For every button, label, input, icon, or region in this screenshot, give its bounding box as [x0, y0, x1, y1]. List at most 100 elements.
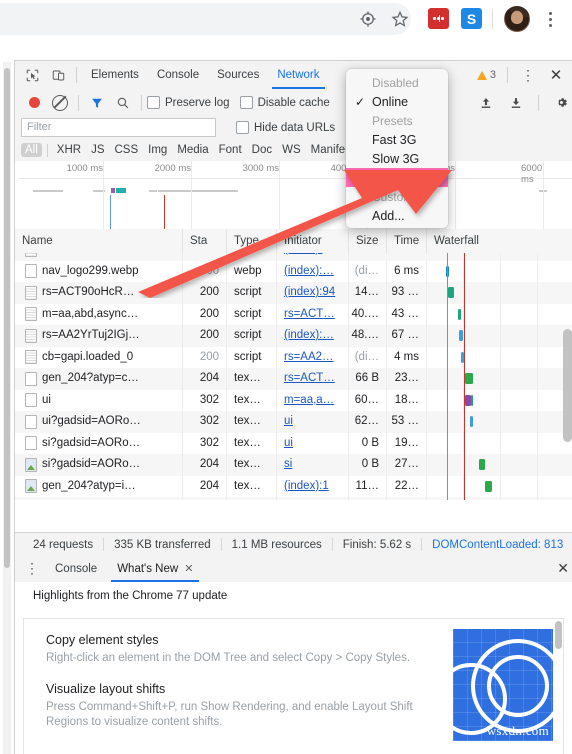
hide-data-urls-label: Hide data URLs	[254, 121, 336, 134]
type-filter-ws[interactable]: WS	[278, 143, 305, 157]
cell-initiator[interactable]: rs=AA2…	[277, 346, 349, 368]
drawer-close-icon[interactable]: ✕	[557, 560, 569, 577]
gear-icon[interactable]	[548, 90, 572, 116]
cell-name[interactable]: si?gadsid=AORo…	[15, 432, 183, 454]
script-file-icon	[25, 307, 37, 322]
bookmark-star-icon[interactable]	[389, 8, 411, 30]
cell-size: (di…	[349, 346, 387, 368]
cell-initiator[interactable]: rs=ACT…	[277, 303, 349, 325]
load-event-marker	[464, 253, 465, 500]
devtools-more-icon[interactable]: ⋮	[515, 62, 541, 88]
whats-new-scrollbar-thumb[interactable]	[555, 621, 562, 649]
profile-avatar[interactable]	[504, 6, 530, 32]
whats-new-illustration: wsxdn.com	[453, 629, 553, 741]
cell-name[interactable]: cb=gapi.loaded_0	[15, 346, 183, 368]
drawer-tab-console[interactable]: Console	[45, 556, 107, 582]
type-filter-divider	[46, 143, 48, 157]
menu-item-online[interactable]: ✓ Online	[346, 92, 448, 111]
disable-cache-box[interactable]	[239, 96, 253, 109]
generic-file-icon	[25, 414, 37, 429]
cell-name[interactable]: ui?gadsid=AORo…	[15, 411, 183, 433]
type-filter-css[interactable]: CSS	[110, 143, 142, 157]
clear-button[interactable]	[47, 90, 73, 116]
drawer-tab-close-icon[interactable]: ✕	[184, 562, 193, 575]
cell-initiator[interactable]: m=aa,a…	[277, 497, 349, 500]
menu-item-fast-3g[interactable]: Fast 3G	[346, 130, 448, 149]
filter-row: Hide data URLs	[15, 116, 572, 139]
cell-initiator[interactable]: (index):1	[277, 475, 349, 497]
whats-new-entry-body: Press Command+Shift+P, run Show Renderin…	[46, 701, 413, 728]
warning-badge[interactable]: 3	[476, 69, 500, 81]
cell-time: 22…	[387, 475, 427, 497]
page-scrollbar[interactable]	[3, 62, 11, 754]
search-icon[interactable]	[110, 90, 136, 116]
cell-name[interactable]: ui	[15, 389, 183, 411]
cell-name[interactable]: m=aa,abd,async…	[15, 303, 183, 325]
whats-new-heading: Highlights from the Chrome 77 update	[15, 582, 572, 611]
preserve-log-box[interactable]	[147, 96, 160, 109]
disable-cache-checkbox[interactable]: Disable cache	[239, 96, 340, 109]
menu-check-icon: ✓	[355, 95, 366, 109]
whats-new-heading-text: Highlights from the Chrome 77 update	[33, 590, 228, 602]
cell-initiator[interactable]: (index):…	[277, 325, 349, 347]
generic-file-icon	[25, 393, 37, 408]
cell-name[interactable]: gen_204?atyp=i…	[15, 475, 183, 497]
type-filter-js[interactable]: JS	[87, 143, 108, 157]
cell-type: tex…	[227, 497, 277, 500]
type-filter-manife[interactable]: Manife	[307, 143, 350, 157]
filter-input[interactable]	[21, 118, 216, 137]
waterfall-bar	[471, 394, 473, 406]
tab-network[interactable]: Network	[268, 62, 328, 89]
cell-status: 200	[183, 325, 227, 347]
page-scrollbar-thumb[interactable]	[4, 68, 10, 568]
browser-toolbar: S	[0, 0, 572, 44]
cell-name[interactable]: si?gadsid=AORo…	[15, 454, 183, 476]
omnibox[interactable]	[0, 3, 411, 35]
menu-item-label: Presets	[372, 113, 413, 128]
tab-console[interactable]: Console	[148, 62, 208, 89]
chrome-menu-icon[interactable]	[542, 9, 558, 29]
cell-size: 40.…	[349, 303, 387, 325]
waterfall-bar	[458, 308, 461, 320]
devtools-close-icon[interactable]: ✕	[543, 62, 569, 88]
preserve-log-checkbox[interactable]: Preserve log	[147, 96, 240, 109]
export-har-icon[interactable]	[503, 90, 529, 116]
drawer-menu-icon[interactable]: ⋮	[19, 556, 45, 582]
toggle-device-toolbar-icon[interactable]	[45, 62, 71, 88]
cell-name[interactable]: rs=AA2YrTuj2IGj…	[15, 325, 183, 347]
cell-initiator[interactable]: ui	[277, 432, 349, 454]
cell-initiator[interactable]: m=aa,a…	[277, 389, 349, 411]
network-toolbar-right	[473, 89, 572, 116]
type-filter-doc[interactable]: Doc	[248, 143, 276, 157]
hide-data-urls-box[interactable]	[236, 121, 249, 134]
menu-item-slow-3g[interactable]: Slow 3G	[346, 149, 448, 168]
table-scrollbar[interactable]	[563, 251, 572, 481]
filter-toggle-icon[interactable]	[84, 90, 110, 116]
type-filter-all[interactable]: All	[21, 143, 42, 157]
cell-initiator[interactable]: si	[277, 454, 349, 476]
preserve-log-label: Preserve log	[165, 96, 230, 109]
type-filter-media[interactable]: Media	[173, 143, 212, 157]
cell-initiator[interactable]: rs=ACT…	[277, 368, 349, 390]
location-icon[interactable]	[357, 8, 379, 30]
script-file-icon	[25, 328, 37, 343]
cell-name[interactable]: gen_204?atyp=c…	[15, 368, 183, 390]
extension-red-icon[interactable]	[428, 8, 449, 29]
drawer-tab-whats-new[interactable]: What's New ✕	[107, 556, 203, 582]
import-har-icon[interactable]	[473, 90, 499, 116]
tab-elements[interactable]: Elements	[82, 62, 148, 89]
cell-name[interactable]: gen_204?atyp=i…	[15, 497, 183, 500]
cell-status: 302	[183, 389, 227, 411]
warning-count: 3	[489, 69, 496, 81]
whats-new-card: Copy element styles Right-click an elemen…	[23, 618, 564, 754]
record-button[interactable]	[21, 90, 47, 116]
type-filter-img[interactable]: Img	[144, 143, 171, 157]
extension-blue-icon[interactable]: S	[461, 8, 482, 29]
table-scrollbar-thumb[interactable]	[563, 329, 572, 442]
type-filter-font[interactable]: Font	[215, 143, 246, 157]
tab-sources[interactable]: Sources	[208, 62, 268, 89]
cell-type: script	[227, 325, 277, 347]
inspect-element-icon[interactable]	[19, 62, 45, 88]
cell-initiator[interactable]: ui	[277, 411, 349, 433]
type-filter-xhr[interactable]: XHR	[53, 143, 85, 157]
